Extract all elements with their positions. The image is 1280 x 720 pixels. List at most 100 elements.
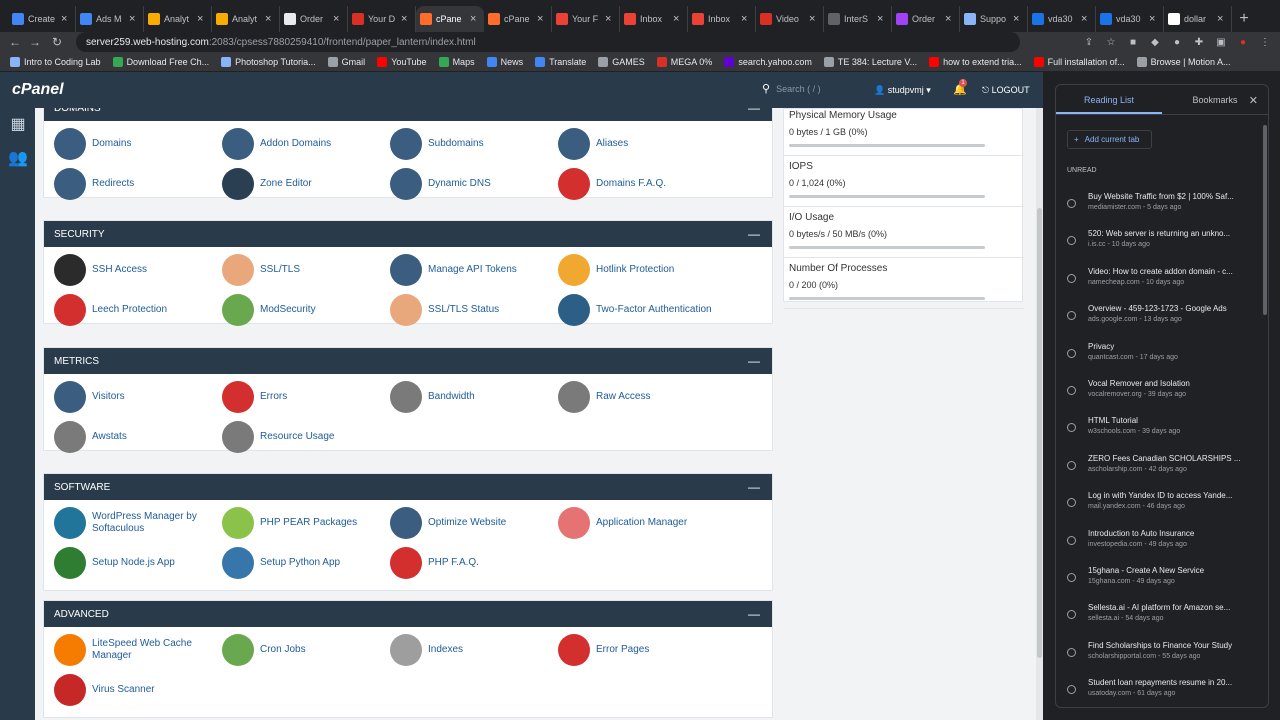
reading-list-item[interactable]: Sellesta.ai - AI platform for Amazon se.… — [1067, 600, 1257, 632]
side-panel-icon[interactable]: ▣ — [1214, 35, 1228, 49]
feature-link[interactable]: Hotlink Protection — [558, 253, 723, 287]
close-icon[interactable]: × — [265, 13, 275, 25]
feature-link[interactable]: Leech Protection — [54, 293, 219, 327]
browser-tab[interactable]: Ads M × — [76, 6, 144, 32]
extension-icon[interactable]: ● — [1170, 35, 1184, 49]
search-box[interactable]: ⚲ Search ( / ) — [762, 82, 821, 95]
feature-link[interactable]: Virus Scanner — [54, 673, 219, 707]
browser-tab[interactable]: Inbox × — [688, 6, 756, 32]
close-icon[interactable]: × — [945, 13, 955, 25]
group-header[interactable]: Security — — [44, 221, 772, 247]
feature-link[interactable]: Bandwidth — [390, 380, 555, 414]
close-icon[interactable]: × — [401, 13, 411, 25]
reload-icon[interactable]: ↻ — [46, 35, 68, 49]
bookmark-item[interactable]: YouTube — [377, 56, 427, 67]
bookmark-item[interactable]: search.yahoo.com — [724, 56, 812, 67]
close-icon[interactable]: × — [673, 13, 683, 25]
feature-link[interactable]: Zone Editor — [222, 167, 387, 201]
feature-link[interactable]: WordPress Manager by Softaculous — [54, 506, 219, 540]
close-icon[interactable]: × — [333, 13, 343, 25]
feature-link[interactable]: Setup Node.js App — [54, 546, 219, 580]
bookmark-item[interactable]: Intro to Coding Lab — [10, 56, 101, 67]
feature-link[interactable]: Aliases — [558, 127, 723, 161]
feature-link[interactable]: Indexes — [390, 633, 555, 667]
close-icon[interactable]: × — [1081, 13, 1091, 25]
scrollbar[interactable] — [1036, 108, 1043, 720]
grid-icon[interactable]: ▦ — [8, 114, 28, 133]
feature-link[interactable]: Error Pages — [558, 633, 723, 667]
feature-link[interactable]: SSH Access — [54, 253, 219, 287]
bookmark-item[interactable]: Maps — [438, 56, 475, 67]
browser-tab[interactable]: Video × — [756, 6, 824, 32]
bookmark-item[interactable]: TE 384: Lecture V... — [823, 56, 917, 67]
bookmark-item[interactable]: News — [486, 56, 523, 67]
bookmark-item[interactable]: Full installation of... — [1033, 56, 1125, 67]
feature-link[interactable]: Dynamic DNS — [390, 167, 555, 201]
group-header[interactable]: Metrics — — [44, 348, 772, 374]
feature-link[interactable]: Visitors — [54, 380, 219, 414]
close-icon[interactable]: × — [129, 13, 139, 25]
reading-list-item[interactable]: Introduction to Auto Insurance investoped… — [1067, 526, 1257, 558]
address-bar[interactable]: server259.web-hosting.com:2083/cpsess788… — [76, 32, 1020, 52]
close-icon[interactable]: × — [605, 13, 615, 25]
feature-link[interactable]: Optimize Website — [390, 506, 555, 540]
close-icon[interactable]: × — [1217, 13, 1227, 25]
add-current-tab-button[interactable]: + Add current tab — [1067, 130, 1152, 149]
scrollbar-thumb[interactable] — [1037, 208, 1042, 658]
logout-button[interactable]: ⎋ LOGOUT — [982, 85, 1030, 96]
users-icon[interactable]: 👥 — [8, 148, 28, 167]
group-header[interactable]: Advanced — — [44, 601, 772, 627]
feature-link[interactable]: LiteSpeed Web Cache Manager — [54, 633, 219, 667]
back-icon[interactable]: ← — [4, 35, 26, 49]
feature-link[interactable]: SSL/TLS — [222, 253, 387, 287]
feature-link[interactable]: Domains — [54, 127, 219, 161]
close-icon[interactable]: ✕ — [1249, 94, 1258, 107]
reading-list-item[interactable]: Log in with Yandex ID to access Yande...… — [1067, 488, 1257, 520]
browser-tab[interactable]: cPane × — [484, 6, 552, 32]
browser-tab[interactable]: dollar × — [1164, 6, 1232, 32]
close-icon[interactable]: × — [61, 13, 71, 25]
feature-link[interactable]: Raw Access — [558, 380, 723, 414]
bookmark-item[interactable]: Download Free Ch... — [112, 56, 209, 67]
reading-list-item[interactable]: HTML Tutorial w3schools.com - 39 days ago — [1067, 413, 1257, 445]
feature-link[interactable]: PHP F.A.Q. — [390, 546, 555, 580]
browser-tab[interactable]: Analyt × — [144, 6, 212, 32]
puzzle-icon[interactable]: ✚ — [1192, 35, 1206, 49]
extension-icon[interactable]: ◆ — [1148, 35, 1162, 49]
forward-icon[interactable]: → — [24, 35, 46, 49]
tab-reading-list[interactable]: Reading List — [1056, 85, 1162, 114]
feature-link[interactable]: Cron Jobs — [222, 633, 387, 667]
browser-tab[interactable]: vda30 × — [1096, 6, 1164, 32]
feature-link[interactable]: Manage API Tokens — [390, 253, 555, 287]
feature-link[interactable]: Resource Usage — [222, 420, 387, 454]
cpanel-logo[interactable]: cPanel — [12, 81, 64, 99]
feature-link[interactable]: SSL/TLS Status — [390, 293, 555, 327]
browser-tab[interactable]: Your F × — [552, 6, 620, 32]
feature-link[interactable]: Addon Domains — [222, 127, 387, 161]
feature-link[interactable]: Errors — [222, 380, 387, 414]
browser-tab[interactable]: Inbox × — [620, 6, 688, 32]
close-icon[interactable]: × — [1149, 13, 1159, 25]
close-icon[interactable]: × — [877, 13, 887, 25]
reading-list-item[interactable]: ZERO Fees Canadian SCHOLARSHIPS ... ascho… — [1067, 451, 1257, 483]
bookmark-item[interactable]: Translate — [535, 56, 586, 67]
feature-link[interactable]: Setup Python App — [222, 546, 387, 580]
extension-icon[interactable]: ■ — [1126, 35, 1140, 49]
reading-list-item[interactable]: Buy Website Traffic from $2 | 100% Saf..… — [1067, 189, 1257, 221]
feature-link[interactable]: PHP PEAR Packages — [222, 506, 387, 540]
bell-icon[interactable]: 🔔 1 — [953, 79, 967, 96]
reading-list-item[interactable]: Privacy quantcast.com - 17 days ago — [1067, 339, 1257, 371]
feature-link[interactable]: Two-Factor Authentication — [558, 293, 723, 327]
reading-list-item[interactable]: 520: Web server is returning an unkno...… — [1067, 226, 1257, 258]
close-icon[interactable]: × — [1013, 13, 1023, 25]
star-icon[interactable]: ☆ — [1104, 35, 1118, 49]
reading-list-item[interactable]: Overview - 459-123-1723 - Google Ads ads.… — [1067, 301, 1257, 333]
browser-tab[interactable]: Order × — [892, 6, 960, 32]
close-icon[interactable]: × — [537, 13, 547, 25]
browser-tab[interactable]: Order × — [280, 6, 348, 32]
browser-tab[interactable]: vda30 × — [1028, 6, 1096, 32]
browser-tab[interactable]: cPane × — [416, 6, 484, 32]
close-icon[interactable]: × — [197, 13, 207, 25]
reading-list-item[interactable]: Find Scholarships to Finance Your Study s… — [1067, 638, 1257, 670]
close-icon[interactable]: × — [741, 13, 751, 25]
